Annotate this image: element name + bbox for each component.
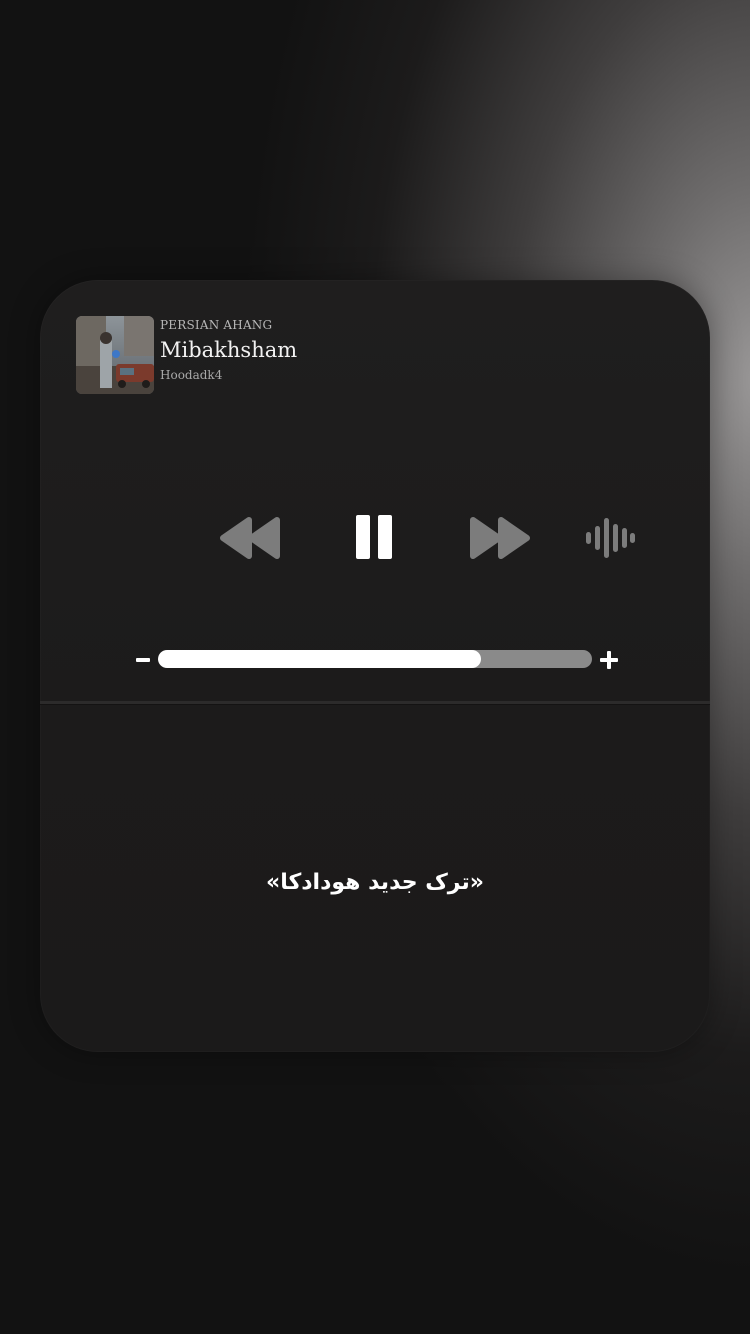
audio-output-button[interactable] [584, 516, 636, 560]
track-title: Mibakhsham [160, 338, 298, 362]
fast-forward-icon [470, 517, 530, 559]
volume-slider[interactable] [158, 650, 592, 668]
waveform-icon [586, 518, 635, 558]
album-art-image [76, 316, 154, 394]
volume-up-icon[interactable] [600, 651, 618, 669]
artist-name: Hoodadk4 [160, 368, 223, 382]
volume-level-fill [158, 650, 482, 668]
pause-button[interactable] [354, 514, 396, 560]
card-divider [40, 701, 710, 705]
rewind-icon [220, 517, 280, 559]
source-label: PERSIAN AHANG [160, 318, 273, 332]
volume-down-icon[interactable] [136, 658, 150, 662]
track-info: PERSIAN AHANG Mibakhsham Hoodadk4 [160, 318, 297, 382]
album-art[interactable] [76, 316, 154, 394]
now-playing-card: PERSIAN AHANG Mibakhsham Hoodadk4 «ترک ج… [40, 280, 710, 1052]
pause-icon [356, 515, 392, 559]
rewind-button[interactable] [218, 516, 282, 560]
caption-text: «ترک جدید هودادکا» [266, 870, 484, 895]
forward-button[interactable] [468, 516, 532, 560]
